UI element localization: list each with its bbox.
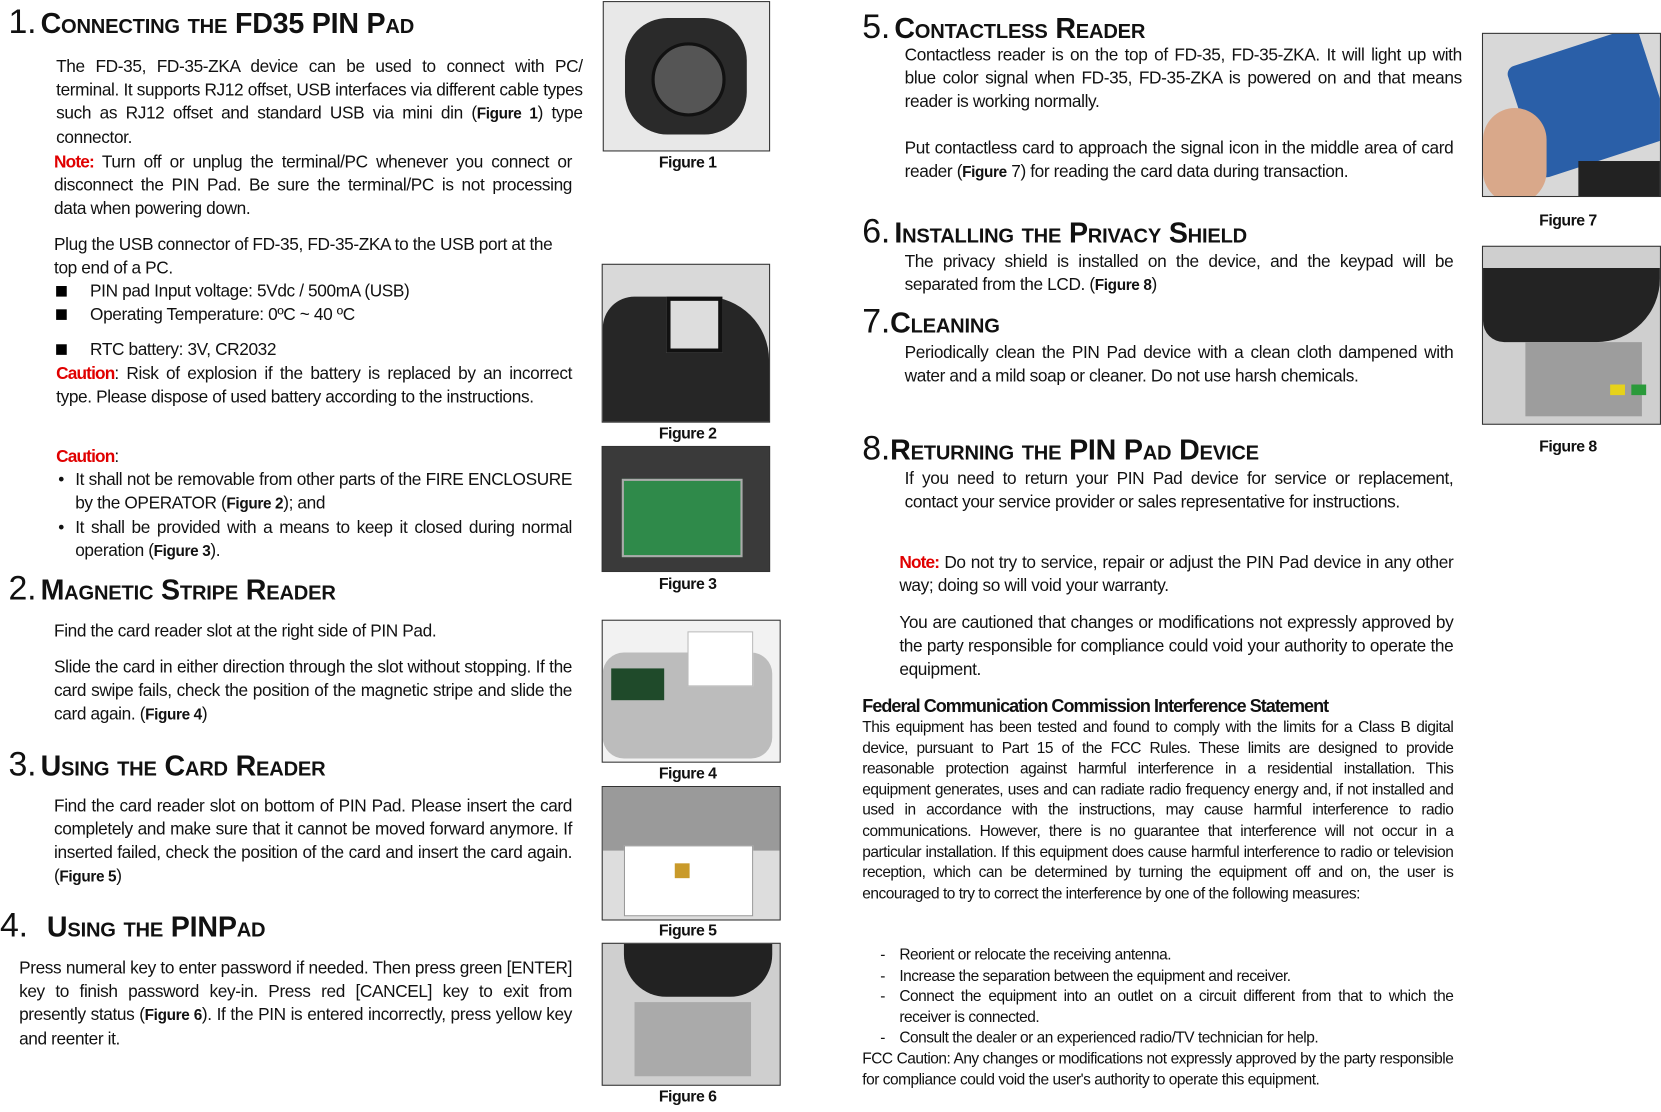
figure-caption: Figure 6 (658, 1087, 717, 1106)
s4-p1: Press numeral key to enter password if n… (19, 958, 573, 1049)
s6-p1: The privacy shield is installed on the d… (904, 252, 1454, 295)
section-4-heading: 4. Using the PINPad (0, 905, 266, 944)
list-item: Connect the equipment into an outlet on … (862, 987, 1454, 1029)
s7-p1: Periodically clean the PIN Pad device wi… (904, 343, 1454, 386)
s8-p2: You are cautioned that changes or modifi… (899, 613, 1454, 680)
s3-p1: Find the card reader slot on bottom of P… (54, 796, 573, 886)
figure-caption: Figure 7 (1539, 211, 1597, 230)
s1-spec-list: PIN pad Input voltage: 5Vdc / 500mA (USB… (54, 280, 572, 362)
fcc-body: This equipment has been tested and found… (862, 719, 1454, 903)
section-number: 1. (8, 2, 37, 41)
s1-note: Note: Turn off or unplug the terminal/PC… (54, 152, 573, 219)
s1-caution: Caution: Risk of explosion if the batter… (56, 364, 573, 407)
list-item: Consult the dealer or an experienced rad… (862, 1029, 1453, 1050)
figure-6-image (601, 942, 781, 1086)
figure-4-image (601, 619, 781, 763)
list-item: Increase the separation between the equi… (862, 967, 1453, 988)
manual-page: 1. Connecting the FD35 PIN Pad The FD-35,… (0, 0, 1661, 1112)
s1-caution-list: It shall not be removable from other par… (56, 468, 572, 563)
section-7-heading: 7.Cleaning (862, 301, 1000, 341)
figure-7-image (1481, 32, 1661, 198)
list-item: It shall be provided with a means to kee… (56, 516, 572, 564)
list-item: It shall not be removable from other par… (56, 468, 572, 516)
figure-2-image (601, 263, 771, 423)
figure-caption: Figure 4 (658, 764, 717, 783)
list-item: RTC battery: 3V, CR2032 (54, 338, 572, 361)
fcc-measures: Reorient or relocate the receiving anten… (862, 946, 1454, 1050)
section-3-heading: 3. Using the Card Reader (8, 744, 326, 783)
figure-caption: Figure 5 (658, 921, 717, 940)
s2-p2: Slide the card in either direction throu… (54, 657, 573, 724)
figure-1-image (602, 1, 771, 152)
list-item: PIN pad Input voltage: 5Vdc / 500mA (USB… (54, 280, 572, 303)
section-1-heading: 1. Connecting the FD35 PIN Pad (8, 2, 414, 41)
figure-caption: Figure 1 (658, 153, 717, 172)
s5-p2: Put contactless card to approach the sig… (904, 138, 1454, 182)
fcc-heading: Federal Communication Commission Interfe… (862, 695, 1329, 717)
section-5-heading: 5. Contactless Reader (862, 7, 1146, 46)
s8-p1: If you need to return your PIN Pad devic… (904, 469, 1454, 512)
section-title: Connecting the FD35 PIN Pad (40, 7, 415, 40)
figure-caption: Figure 8 (1539, 437, 1597, 456)
s1-plug: Plug the USB connector of FD-35, FD-35-Z… (54, 235, 553, 278)
s2-p1: Find the card reader slot at the right s… (54, 621, 437, 641)
section-2-heading: 2. Magnetic Stripe Reader (8, 568, 336, 607)
figure-caption: Figure 2 (658, 424, 717, 443)
figure-5-image (601, 786, 781, 921)
s1-intro: The FD-35, FD-35-ZKA device can be used … (56, 57, 583, 148)
fcc-caution: FCC Caution: Any changes or modification… (862, 1050, 1454, 1089)
list-item: Reorient or relocate the receiving anten… (862, 946, 1453, 967)
s8-note: Note: Do not try to service, repair or a… (899, 552, 1454, 596)
figure-caption: Figure 3 (658, 575, 717, 594)
figure-8-image (1481, 245, 1661, 425)
s5-p1: Contactless reader is on the top of FD-3… (904, 45, 1463, 112)
section-6-heading: 6. Installing the Privacy Shield (862, 211, 1248, 250)
list-item: Operating Temperature: 0ºC ~ 40 ºC (54, 303, 572, 326)
section-8-heading: 8.Returning the PIN Pad Device (862, 429, 1259, 468)
s1-caution2-label: Caution: (56, 447, 119, 467)
figure-3-image (601, 445, 771, 573)
